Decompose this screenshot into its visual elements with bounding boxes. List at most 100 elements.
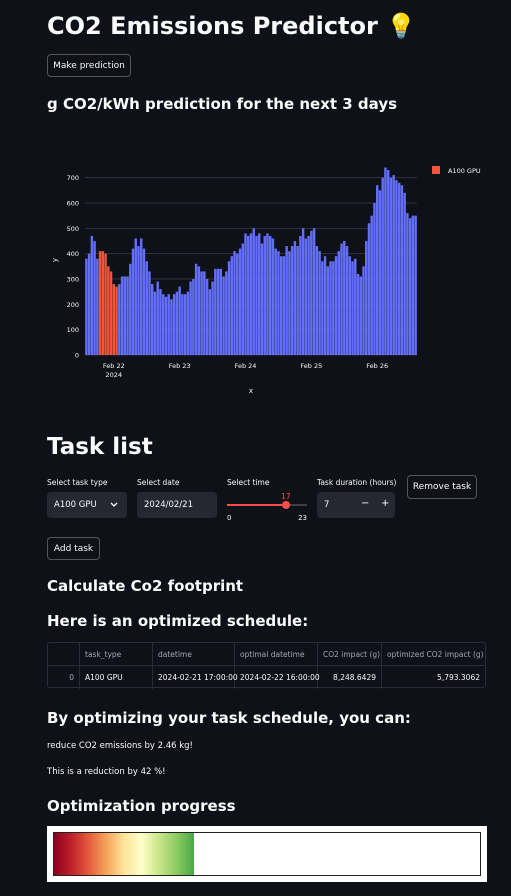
y-tick-label: 500 [67, 225, 79, 233]
time-label: Select time [227, 478, 270, 487]
bar [268, 235, 272, 355]
bar [131, 248, 135, 355]
progress-bar [53, 832, 481, 876]
schedule-heading: Here is an optimized schedule: [47, 612, 309, 630]
bar [175, 291, 179, 355]
table-header-cell: CO2 impact (g) [318, 643, 382, 666]
bar [98, 251, 102, 355]
bar [411, 215, 415, 355]
bar [104, 253, 107, 355]
bar [263, 235, 266, 355]
bar [156, 281, 159, 355]
bar [181, 294, 184, 355]
bar [307, 235, 310, 355]
bar [392, 175, 395, 355]
bar [266, 233, 269, 355]
date-input[interactable]: 2024/02/21 [137, 492, 217, 518]
bar [304, 238, 308, 355]
bar [340, 243, 343, 355]
remove-task-button[interactable]: Remove task [407, 475, 477, 499]
time-slider-fill [227, 504, 287, 506]
footprint-heading: Calculate Co2 footprint [47, 577, 244, 595]
minus-button[interactable]: − [361, 498, 369, 509]
bar [159, 289, 162, 355]
bar [241, 243, 244, 355]
bar [170, 299, 173, 355]
task-type-label: Select task type [47, 478, 108, 487]
bar [345, 246, 349, 355]
bar [123, 276, 127, 355]
date-label: Select date [137, 478, 180, 487]
bar [219, 268, 223, 355]
add-task-button[interactable]: Add task [47, 537, 100, 560]
bar [129, 263, 132, 355]
bar [312, 228, 316, 355]
bar [332, 261, 335, 355]
x-tick-label: Feb 23 [169, 362, 191, 370]
schedule-table[interactable]: task_type datetime optimal datetime CO2 … [47, 642, 486, 689]
time-slider[interactable]: 17 0 23 [227, 492, 307, 522]
duration-label: Task duration (hours) [317, 478, 397, 487]
bar [167, 294, 170, 355]
bar [348, 256, 351, 355]
bar [373, 203, 376, 355]
results-heading: By optimizing your task schedule, you ca… [47, 709, 411, 727]
x-tick-sublabel: 2024 [106, 371, 123, 379]
bar [118, 284, 121, 355]
bar [101, 251, 105, 355]
table-header-cell: optimal datetime [235, 643, 318, 666]
bar [238, 248, 242, 355]
bar [356, 273, 360, 355]
bar [120, 276, 124, 355]
bar [381, 177, 384, 355]
bar [244, 233, 247, 355]
x-tick-label: Feb 22 [103, 362, 125, 370]
bar [365, 241, 368, 355]
task-type-select[interactable]: A100 GPU [47, 492, 127, 518]
bar [323, 256, 327, 355]
time-slider-value: 17 [281, 492, 291, 501]
bar [406, 213, 409, 355]
bar [140, 238, 143, 355]
table-cell: 2024-02-22 16:00:00 [235, 666, 320, 689]
bar [274, 248, 277, 355]
table-header-cell [48, 643, 80, 666]
bar [290, 246, 294, 355]
bar [282, 256, 286, 355]
bar [252, 228, 255, 355]
duration-value: 7 [324, 500, 330, 510]
bar [109, 271, 113, 355]
y-tick-label: 200 [67, 301, 79, 309]
bar [389, 177, 393, 355]
duration-stepper[interactable]: 7 − + [317, 492, 395, 518]
progress-panel [47, 826, 487, 882]
make-prediction-button[interactable]: Make prediction [47, 54, 131, 77]
legend-swatch [432, 166, 440, 174]
time-slider-thumb[interactable] [282, 501, 291, 509]
table-row[interactable]: 0 A100 GPU 2024-02-21 17:00:00 2024-02-2… [48, 666, 485, 689]
bar [161, 294, 165, 355]
progress-heading: Optimization progress [47, 797, 236, 815]
x-tick-label: Feb 25 [300, 362, 322, 370]
bar [337, 251, 341, 355]
y-tick-label: 300 [67, 276, 79, 284]
bar [153, 291, 157, 355]
time-slider-min: 0 [227, 514, 232, 522]
bar [395, 180, 398, 355]
progress-fill [54, 833, 194, 875]
bar [172, 294, 176, 355]
bar [384, 167, 387, 355]
table-header-cell: optimized CO2 impact (g) [387, 650, 484, 659]
bar [137, 246, 140, 355]
bar [260, 243, 264, 355]
bar [145, 261, 148, 355]
bar [397, 182, 401, 355]
bar [87, 253, 91, 355]
bar [378, 190, 382, 355]
bar [93, 241, 96, 355]
plus-button[interactable]: + [381, 498, 389, 509]
y-tick-label: 0 [75, 352, 79, 360]
bar [326, 266, 330, 355]
table-header-cell: task_type [80, 643, 153, 666]
date-value: 2024/02/21 [144, 500, 193, 510]
